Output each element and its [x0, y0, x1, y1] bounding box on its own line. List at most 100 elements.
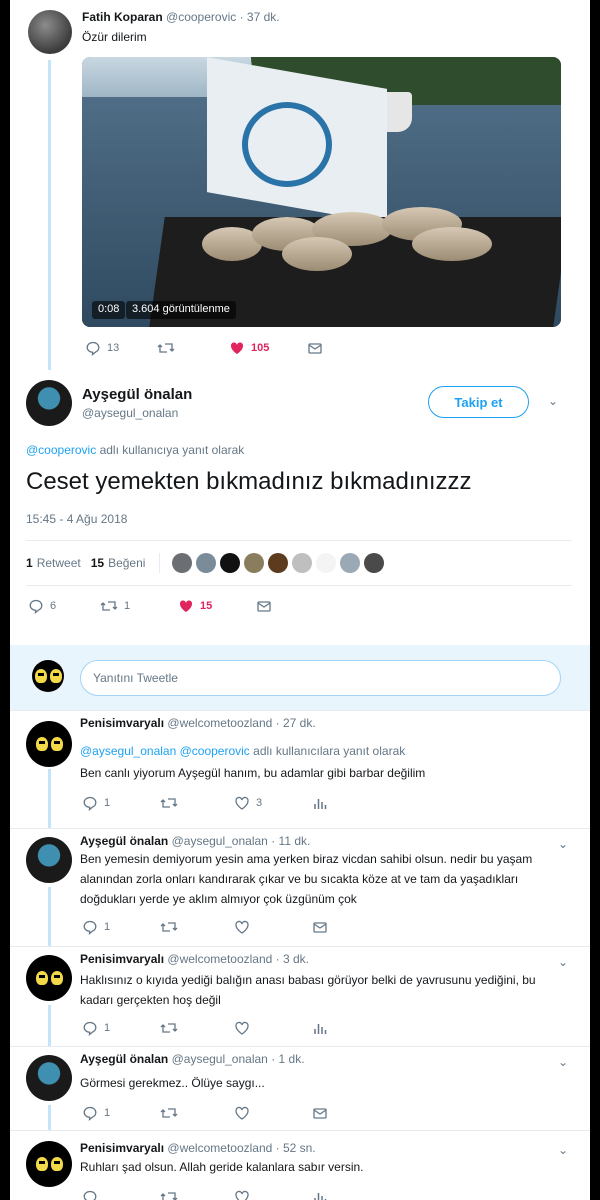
heart-icon	[235, 1021, 249, 1035]
reply-button[interactable]: 1	[82, 919, 160, 935]
author-name[interactable]: Penisimvaryalı	[80, 1141, 164, 1155]
author-name[interactable]: Ayşegül önalan	[80, 834, 168, 848]
retweet-button[interactable]	[157, 340, 229, 356]
retweet-button[interactable]: 1	[100, 598, 178, 614]
like-button[interactable]	[234, 1020, 312, 1036]
liker-avatar[interactable]	[172, 553, 193, 573]
liker-avatar[interactable]	[364, 553, 385, 573]
reply-to-handles[interactable]: @aysegul_onalan @cooperovic	[80, 744, 250, 758]
author-name[interactable]: Ayşegül önalan	[80, 1052, 168, 1066]
like-button[interactable]: 105	[229, 340, 307, 356]
author-handle[interactable]: @aysegul_onalan	[172, 834, 268, 848]
reply-composer: Yanıtını Tweetle	[10, 645, 590, 710]
author-handle[interactable]: @welcometoozland	[167, 716, 272, 730]
author-handle[interactable]: @welcometoozland	[167, 952, 272, 966]
parent-tweet[interactable]: Fatih Koparan @cooperovic · 37 dk. Özür …	[10, 0, 590, 370]
liker-avatar[interactable]	[316, 553, 337, 573]
avatar[interactable]	[28, 10, 72, 54]
retweet-button[interactable]	[160, 795, 234, 811]
dm-button[interactable]	[256, 598, 272, 614]
author-handle[interactable]: @cooperovic	[166, 10, 236, 24]
reply-tweet[interactable]: Penisimvaryalı @welcometoozland · 27 dk.…	[10, 710, 590, 829]
tweet-actions: 1	[82, 919, 328, 935]
avatar[interactable]	[26, 380, 72, 426]
author-name[interactable]: Penisimvaryalı	[80, 952, 164, 966]
reply-button[interactable]	[82, 1189, 160, 1200]
reply-to-handle[interactable]: @cooperovic	[26, 443, 96, 457]
heart-icon	[235, 796, 249, 810]
author-handle[interactable]: @welcometoozland	[167, 1141, 272, 1155]
reply-input[interactable]: Yanıtını Tweetle	[80, 660, 561, 696]
reply-button[interactable]: 6	[28, 598, 100, 614]
like-button[interactable]: 3	[234, 795, 312, 811]
tweet-time[interactable]: · 52 sn.	[276, 1141, 316, 1155]
reply-button[interactable]: 1	[82, 1020, 160, 1036]
tweet-timestamp[interactable]: 15:45 - 4 Ağu 2018	[26, 512, 127, 526]
reply-button[interactable]: 13	[85, 340, 157, 356]
avatar[interactable]	[26, 721, 72, 767]
tweet-time[interactable]: · 3 dk.	[276, 952, 309, 966]
reply-tweet[interactable]: Penisimvaryalı @welcometoozland · 52 sn.…	[10, 1130, 590, 1200]
tweet-text: Ben canlı yiyorum Ayşegül hanım, bu adam…	[80, 766, 426, 780]
tweet-time[interactable]: · 37 dk.	[240, 10, 280, 24]
follow-button[interactable]: Takip et	[428, 386, 529, 418]
author-name[interactable]: Ayşegül önalan	[82, 386, 192, 403]
tweet-video[interactable]: 0:08 3.604 görüntülenme	[82, 57, 561, 327]
author-handle[interactable]: @aysegul_onalan	[172, 1052, 268, 1066]
retweet-button[interactable]	[160, 1105, 234, 1121]
liker-avatar[interactable]	[196, 553, 217, 573]
author-name[interactable]: Fatih Koparan	[82, 10, 163, 24]
tweet-actions	[82, 1189, 328, 1200]
reply-tweet[interactable]: Ayşegül önalan @aysegul_onalan · 1 dk. ⌄…	[10, 1046, 590, 1131]
tweet-actions: 1	[82, 1020, 328, 1036]
reply-button[interactable]: 1	[82, 1105, 160, 1121]
chevron-down-icon[interactable]: ⌄	[548, 394, 558, 408]
tweet-time[interactable]: · 1 dk.	[271, 1052, 304, 1066]
author-name[interactable]: Penisimvaryalı	[80, 716, 164, 730]
tweet-header: Fatih Koparan @cooperovic · 37 dk.	[82, 10, 280, 24]
author-handle[interactable]: @aysegul_onalan	[82, 406, 178, 420]
tweet-time[interactable]: · 11 dk.	[271, 834, 310, 848]
liker-avatar[interactable]	[292, 553, 313, 573]
reply-icon	[29, 599, 43, 614]
analytics-button[interactable]	[312, 1189, 328, 1200]
avatar[interactable]	[26, 837, 72, 883]
dm-button[interactable]	[312, 1105, 328, 1121]
heart-filled-icon	[230, 342, 244, 354]
reply-tweet[interactable]: Ayşegül önalan @aysegul_onalan · 11 dk. …	[10, 828, 590, 947]
retweet-button[interactable]	[160, 1020, 234, 1036]
like-button[interactable]	[234, 919, 312, 935]
chevron-down-icon[interactable]: ⌄	[558, 1055, 568, 1069]
liker-avatar[interactable]	[244, 553, 265, 573]
like-stat[interactable]: 15 Beğeni	[91, 556, 146, 570]
liker-avatar[interactable]	[220, 553, 241, 573]
retweet-button[interactable]	[160, 919, 234, 935]
like-button[interactable]	[234, 1105, 312, 1121]
like-button[interactable]	[234, 1189, 312, 1200]
like-button[interactable]: 15	[178, 598, 256, 614]
liker-avatar[interactable]	[268, 553, 289, 573]
chevron-down-icon[interactable]: ⌄	[558, 1143, 568, 1157]
heart-filled-icon	[179, 600, 193, 612]
liker-avatar[interactable]	[340, 553, 361, 573]
retweet-stat[interactable]: 1 Retweet	[26, 556, 81, 570]
avatar[interactable]	[32, 660, 64, 692]
like-count: 3	[256, 797, 263, 809]
chevron-down-icon[interactable]: ⌄	[558, 955, 568, 969]
avatar[interactable]	[26, 1141, 72, 1187]
avatar[interactable]	[26, 1055, 72, 1101]
retweet-button[interactable]	[160, 1189, 234, 1200]
analytics-button[interactable]	[312, 1020, 328, 1036]
main-tweet: Ayşegül önalan @aysegul_onalan Takip et …	[10, 370, 590, 645]
avatar[interactable]	[26, 955, 72, 1001]
analytics-button[interactable]	[312, 795, 328, 811]
retweet-icon	[160, 922, 178, 932]
like-count: 105	[251, 342, 270, 354]
dm-button[interactable]	[312, 919, 328, 935]
analytics-icon	[314, 799, 327, 809]
tweet-time[interactable]: · 27 dk.	[276, 716, 316, 730]
reply-tweet[interactable]: Penisimvaryalı @welcometoozland · 3 dk. …	[10, 946, 590, 1047]
dm-button[interactable]	[307, 340, 323, 356]
reply-button[interactable]: 1	[82, 795, 160, 811]
reply-context: @cooperovic adlı kullanıcıya yanıt olara…	[26, 443, 244, 457]
